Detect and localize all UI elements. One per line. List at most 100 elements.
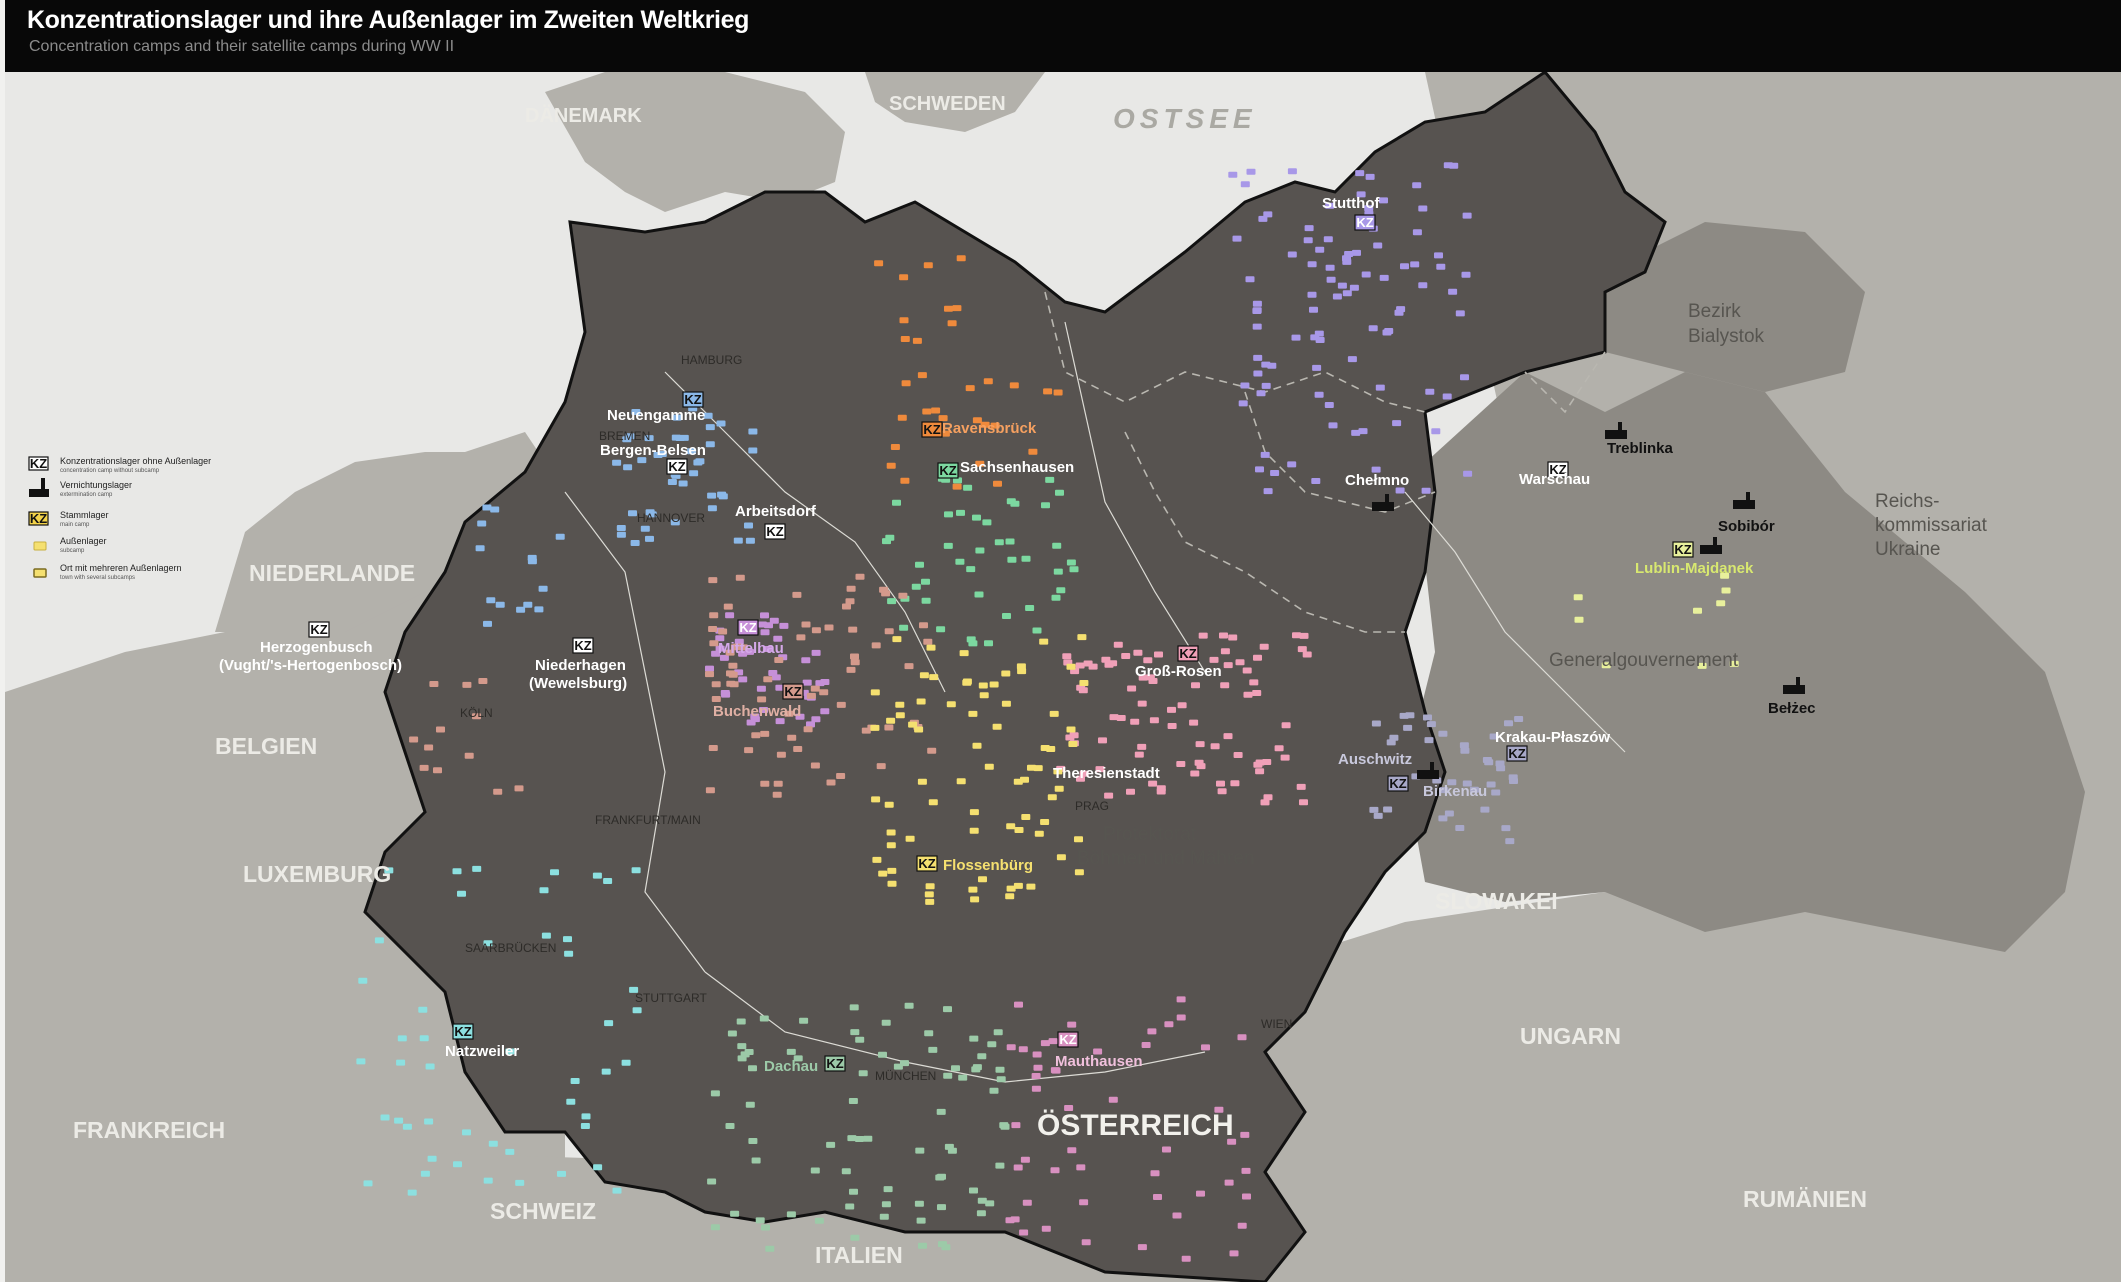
subcamp-marker	[774, 657, 784, 663]
subcamp-marker	[892, 499, 901, 506]
subcamp-marker	[1484, 759, 1494, 766]
subcamp-marker	[1223, 733, 1233, 740]
subcamp-marker	[557, 1170, 566, 1177]
subcamp-marker	[969, 1187, 978, 1194]
subcamp-marker	[1195, 741, 1205, 748]
subcamp-marker	[527, 558, 537, 565]
subcamp-marker	[1253, 761, 1263, 768]
subcamp-marker	[1088, 663, 1098, 670]
subcamp-marker	[887, 880, 897, 887]
subcamp-marker	[994, 539, 1004, 546]
subcamp-marker	[793, 746, 803, 752]
subcamp-marker	[1573, 594, 1583, 601]
subcamp-marker	[1000, 1123, 1010, 1130]
subcamp-marker	[1424, 737, 1434, 744]
region-label-ukraine-3: Ukraine	[1875, 539, 1940, 560]
subcamp-marker	[612, 459, 622, 466]
subcamp-marker	[1274, 745, 1284, 752]
subcamp-marker	[905, 835, 915, 842]
subcamp-marker	[541, 932, 551, 939]
kz-icon: KZ	[1177, 645, 1199, 662]
subcamp-marker	[1005, 538, 1015, 545]
subcamp-marker	[593, 1164, 603, 1171]
subcamp-marker	[969, 1035, 979, 1042]
subcamp-marker	[943, 1006, 952, 1013]
subcamp-marker	[1504, 720, 1513, 727]
subcamp-marker	[1108, 1096, 1118, 1103]
subcamp-marker	[1075, 662, 1085, 669]
camp-label-herzogenbusch-1: Herzogenbusch	[260, 639, 373, 656]
subcamp-marker	[744, 747, 754, 754]
subcamp-marker	[1031, 1085, 1041, 1092]
city-label-frankfurt: FRANKFURT/MAIN	[595, 813, 701, 827]
legend-sublabel: subcamp	[60, 548, 85, 554]
subcamp-marker	[1220, 648, 1230, 655]
subcamp-marker	[1486, 781, 1496, 788]
subcamp-marker	[1291, 334, 1301, 341]
subcamp-marker	[1332, 293, 1342, 300]
subcamp-marker	[970, 896, 980, 903]
subcamp-marker	[1716, 600, 1726, 607]
subcamp-marker	[1217, 788, 1227, 795]
subcamp-marker	[475, 545, 485, 552]
subcamp-marker	[757, 696, 767, 703]
subcamp-marker	[929, 674, 939, 681]
city-label-saarbruecken: SAARBRÜCKEN	[465, 941, 556, 955]
subcamp-marker	[1020, 1156, 1030, 1163]
subcamp-marker	[705, 441, 715, 448]
map-page: Konzentrationslager und ihre Außenlager …	[0, 0, 2121, 1282]
subcamp-marker	[978, 876, 987, 883]
subcamp-marker	[1243, 691, 1253, 698]
subcamp-marker	[1010, 500, 1020, 507]
subcamp-marker	[911, 583, 921, 590]
subcamp-marker	[850, 653, 859, 660]
legend-label: Vernichtungslager	[60, 480, 132, 490]
subcamp-marker	[1259, 643, 1269, 650]
subcamp-marker	[848, 1098, 858, 1104]
subcamp-marker	[768, 670, 778, 676]
subcamp-marker	[1047, 794, 1057, 801]
subcamp-marker	[966, 566, 976, 573]
subcamp-marker	[801, 657, 811, 664]
subcamp-marker	[1460, 374, 1469, 381]
title-bar: Konzentrationslager und ihre Außenlager …	[5, 0, 2121, 72]
country-label-italien: ITALIEN	[815, 1242, 903, 1268]
subcamp-marker	[751, 1157, 761, 1164]
camp-label-auschwitz: Auschwitz	[1338, 751, 1412, 768]
subcamp-marker	[1246, 168, 1256, 175]
subcamp-marker	[539, 887, 549, 894]
subcamp-marker	[1311, 478, 1321, 484]
subcamp-marker	[846, 585, 856, 592]
subcamp-marker	[901, 380, 911, 387]
subcamp-marker	[874, 260, 884, 267]
subcamp-marker	[1031, 1073, 1041, 1079]
subcamp-marker	[1299, 632, 1309, 639]
subcamp-marker	[1365, 173, 1375, 180]
subcamp-marker	[1137, 743, 1147, 750]
subcamp-marker	[1721, 587, 1731, 594]
subcamp-marker	[1342, 290, 1352, 297]
region-label-protektorat-2: Böhmen und Mähren	[1077, 848, 1254, 869]
subcamp-marker	[897, 414, 907, 421]
subcamp-marker	[886, 462, 896, 469]
subcamp-marker	[952, 483, 962, 490]
subcamp-marker	[1309, 306, 1318, 313]
subcamp-marker	[1304, 225, 1314, 232]
subcamp-marker	[464, 752, 474, 759]
subcamp-marker	[810, 762, 820, 769]
subcamp-marker	[904, 1002, 914, 1009]
subcamp-marker	[358, 977, 368, 984]
subcamp-marker	[478, 678, 488, 684]
subcamp-marker	[493, 788, 503, 795]
camp-label-niederhagen-1: Niederhagen	[535, 657, 626, 674]
subcamp-marker	[1101, 656, 1111, 663]
subcamp-marker	[711, 681, 721, 688]
subcamp-marker	[801, 621, 811, 628]
subcamp-marker	[899, 624, 909, 631]
subcamp-marker	[514, 785, 524, 792]
subcamp-marker	[993, 480, 1002, 487]
subcamp-marker	[1109, 714, 1119, 721]
subcamp-marker	[1141, 1042, 1151, 1048]
subcamp-marker	[601, 1068, 611, 1075]
subcamp-marker	[1480, 806, 1490, 813]
